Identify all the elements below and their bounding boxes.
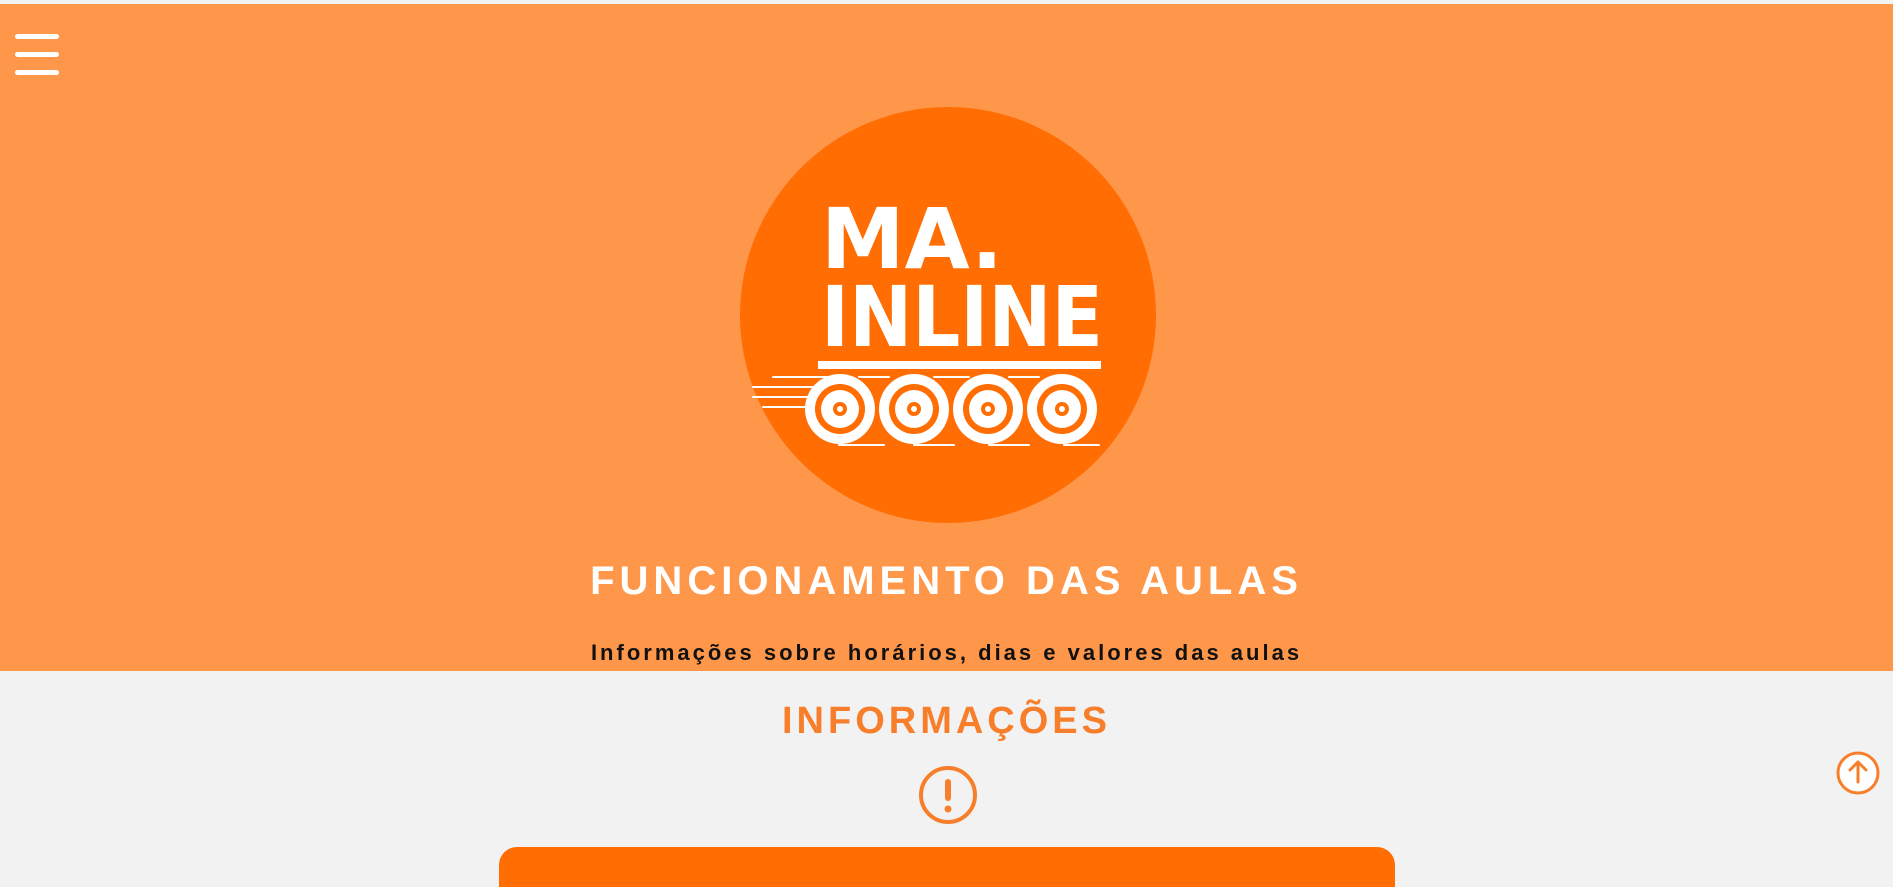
exclamation-circle-icon: [917, 764, 979, 826]
skate-wheel-icon: [1027, 374, 1097, 444]
skate-wheel-icon: [879, 374, 949, 444]
logo: MA. INLINE: [739, 105, 1157, 525]
info-card: [499, 847, 1395, 887]
skate-wheel-icon: [805, 374, 875, 444]
logo-text-inline: INLINE: [821, 268, 1103, 366]
skate-wheel-icon: [953, 374, 1023, 444]
logo-graphic: MA. INLINE: [740, 107, 1156, 523]
hamburger-menu-icon[interactable]: [13, 34, 61, 92]
page-title: FUNCIONAMENTO DAS AULAS: [590, 559, 1303, 603]
section-title: INFORMAÇÕES: [782, 700, 1111, 742]
hero-banner: MA. INLINE FUNCIONAMENTO DAS AULAS Infor…: [0, 4, 1893, 671]
arrow-up-circle-icon[interactable]: [1836, 751, 1880, 795]
page-subtitle: Informações sobre horários, dias e valor…: [590, 640, 1303, 665]
